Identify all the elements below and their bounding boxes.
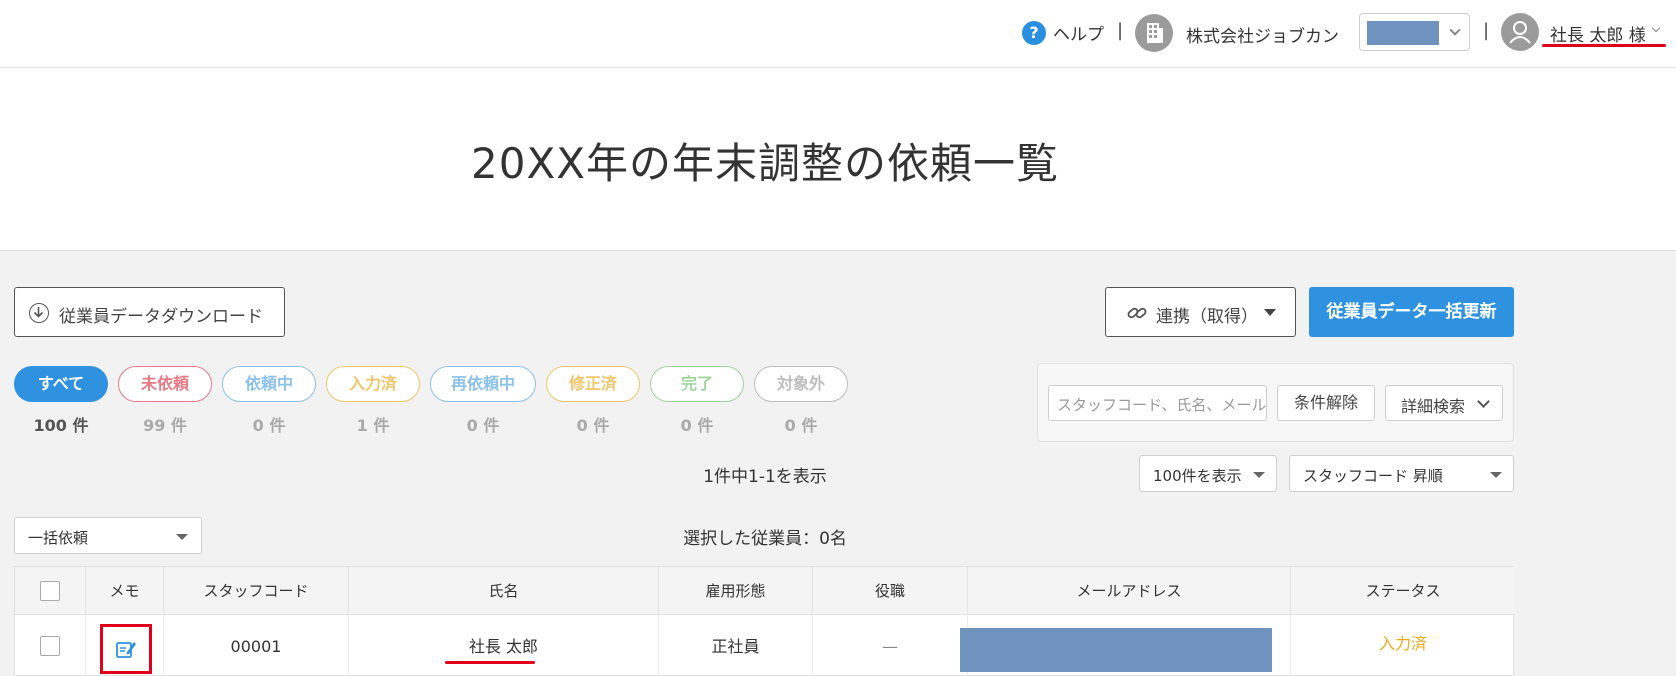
redacted-block [1367,21,1439,45]
column-header-position[interactable]: 役職 [813,567,968,615]
per-page-value: 100件を表示 [1153,467,1242,485]
help-link[interactable]: ヘルプ [1053,20,1104,45]
caret-down-icon [1490,472,1502,478]
building-icon [1135,14,1173,52]
header-checkbox-cell [15,567,86,615]
download-button-label: 従業員データダウンロード [59,307,263,327]
employee-data-download-button[interactable]: 従業員データダウンロード [14,287,285,337]
sync-button-label: 連携（取得） [1156,307,1258,327]
detail-search-button[interactable]: 詳細検索 [1385,385,1503,421]
sort-value: スタッフコード 昇順 [1303,467,1443,485]
caret-down-icon [1253,472,1265,478]
chevron-down-icon [1449,24,1461,36]
column-header-staff-code[interactable]: スタッフコード [164,567,349,615]
clear-conditions-button[interactable]: 条件解除 [1277,385,1375,421]
chevron-down-icon[interactable] [1651,23,1661,33]
row-checkbox-cell [15,616,86,676]
column-header-email[interactable]: メールアドレス [968,567,1291,615]
per-page-select[interactable]: 100件を表示 [1139,455,1277,492]
row-checkbox[interactable] [40,636,60,656]
memo-edit-icon[interactable] [115,638,137,660]
company-name: 株式会社ジョブカン [1186,27,1339,47]
title-banner: 20XX年の年末調整の依頼一覧 [0,68,1676,251]
bulk-update-button[interactable]: 従業員データ一括更新 [1309,287,1514,337]
status-filter-pill[interactable]: 完了 [650,366,744,402]
status-filter-count: 0 件 [466,416,500,435]
status-filter-count: 0 件 [784,416,818,435]
staff-code-cell: 00001 [164,616,349,676]
status-filter-count: 1 件 [356,416,390,435]
download-icon [29,303,49,323]
status-filter-pill[interactable]: 修正済 [546,366,640,402]
highlight-underline [1542,44,1666,47]
highlight-underline [445,661,535,664]
column-header-memo: メモ [86,567,164,615]
status-filter-pill[interactable]: 未依頼 [118,366,212,402]
search-input[interactable]: スタッフコード、氏名、メールアドレス [1048,385,1267,421]
status-filter-count: 0 件 [680,416,714,435]
detail-search-label: 詳細検索 [1401,397,1466,416]
status-filter-pill[interactable]: 再依頼中 [430,366,536,402]
status-filter-count: 0 件 [576,416,610,435]
status-filter-pill[interactable]: すべて [14,366,108,402]
position-cell: — [813,616,968,676]
avatar[interactable] [1501,13,1539,51]
name-cell[interactable]: 社長 太郎 [349,616,659,676]
caret-down-icon [1264,309,1276,316]
status-filter-pill[interactable]: 対象外 [754,366,848,402]
employment-type-cell: 正社員 [659,616,813,676]
company-select[interactable] [1359,13,1470,51]
page-title: 20XX年の年末調整の依頼一覧 [471,139,1059,188]
status-filter-pill[interactable]: 入力済 [326,366,420,402]
top-header: ? ヘルプ | 株式会社ジョブカン | 社長 太郎 様 [0,0,1676,68]
employee-table: メモ スタッフコード 氏名 雇用形態 役職 メールアドレス ステータス 0000… [14,566,1515,676]
header-separator: | [1483,20,1490,41]
select-all-checkbox[interactable] [40,581,60,601]
status-cell: 入力済 [1378,634,1427,653]
column-header-name[interactable]: 氏名 [349,567,659,615]
redacted-email [960,628,1272,672]
selected-employee-count: 選択した従業員：0名 [683,529,847,549]
link-icon [1127,307,1147,319]
sort-select[interactable]: スタッフコード 昇順 [1289,455,1514,492]
status-filter-count: 100 件 [33,416,89,435]
status-filter-count: 0 件 [252,416,286,435]
sync-fetch-button[interactable]: 連携（取得） [1105,287,1296,337]
user-menu[interactable]: 社長 太郎 様 [1550,21,1646,46]
column-header-employment-type[interactable]: 雇用形態 [659,567,813,615]
help-icon[interactable]: ? [1022,21,1046,45]
status-filter-pill[interactable]: 依頼中 [222,366,316,402]
column-header-status[interactable]: ステータス [1291,567,1515,615]
header-separator: | [1117,20,1124,41]
chevron-down-icon [1477,395,1490,408]
search-panel: スタッフコード、氏名、メールアドレス 条件解除 詳細検索 [1037,363,1514,442]
memo-highlight-box[interactable] [100,624,152,674]
status-filter-count: 99 件 [143,416,187,435]
